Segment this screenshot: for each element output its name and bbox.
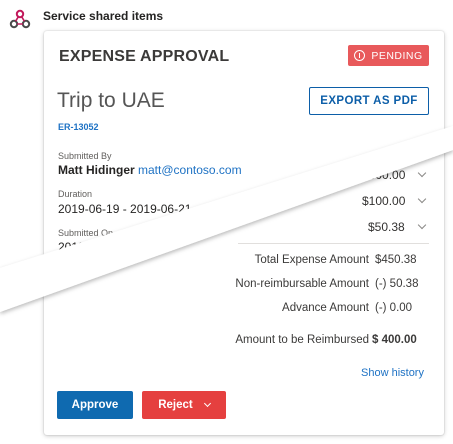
- torn-paper-overlay: [0, 126, 453, 312]
